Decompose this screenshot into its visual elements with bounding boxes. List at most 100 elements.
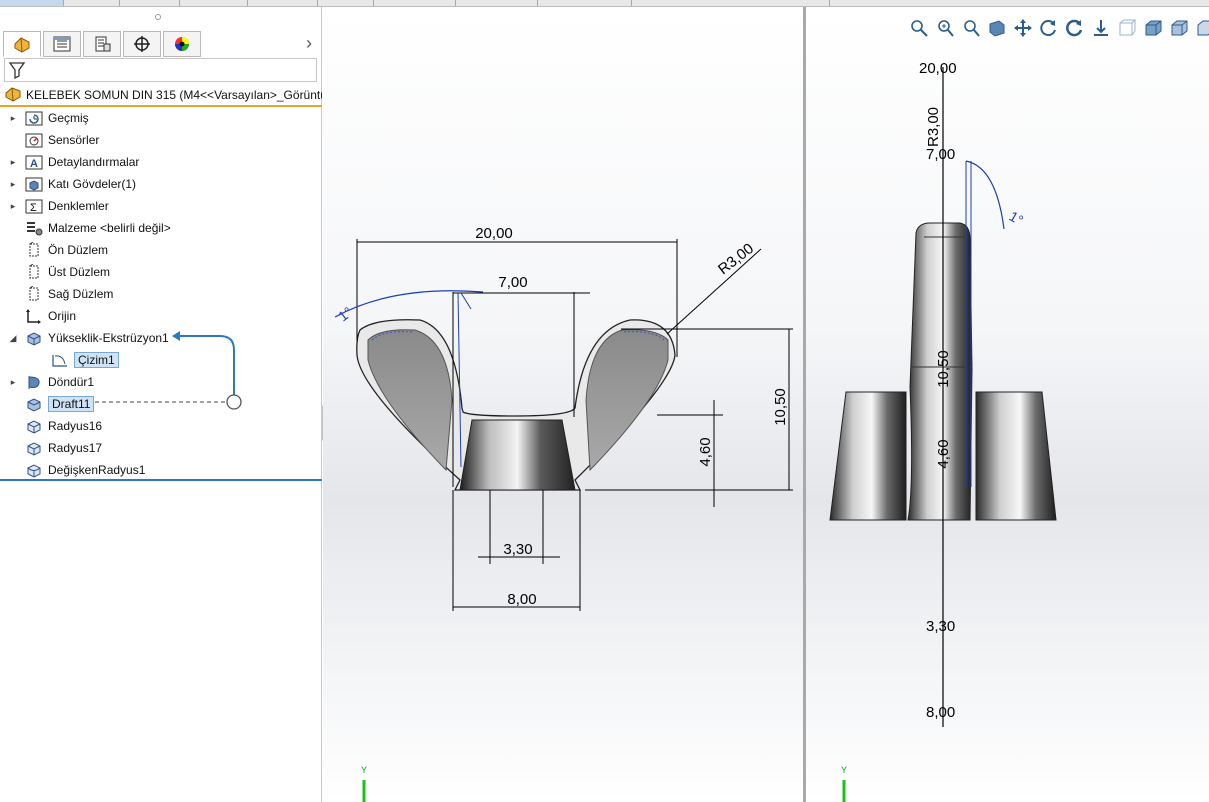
- dim-hole[interactable]: 3,30: [503, 541, 532, 558]
- zoom-to-fit-icon[interactable]: [908, 17, 930, 39]
- dim-460[interactable]: 4,60: [935, 439, 952, 468]
- part-title: KELEBEK SOMUN DIN 315 (M4<<Varsayılan>_G…: [26, 88, 322, 102]
- collapsed-arrow-icon[interactable]: ▸: [6, 377, 20, 388]
- filter-input[interactable]: [4, 58, 317, 82]
- tree-item[interactable]: Sensörler: [0, 129, 322, 151]
- top-tab-segment[interactable]: [374, 0, 456, 6]
- tree-item-label: Çizim1: [74, 352, 119, 368]
- top-tab-segment[interactable]: [632, 0, 830, 6]
- top-tab-segment[interactable]: [0, 0, 64, 6]
- chevron-right-icon[interactable]: ›: [301, 33, 317, 55]
- dim-height-base[interactable]: 4,60: [697, 437, 714, 466]
- dim-draft-angle[interactable]: 1°: [335, 304, 355, 325]
- dimxpert-manager-tab[interactable]: [123, 31, 161, 57]
- tree-item-label: Sağ Düzlem: [48, 287, 114, 301]
- tree-item[interactable]: ▸ Geçmiş: [0, 107, 322, 129]
- tree-item[interactable]: DeğişkenRadyus1: [0, 459, 322, 481]
- tree-item-label: Katı Gövdeler(1): [48, 177, 137, 191]
- zoom-to-area-icon[interactable]: [934, 17, 956, 39]
- feature-manager-tab[interactable]: [3, 31, 41, 57]
- dim-height-total[interactable]: 10,50: [772, 388, 789, 426]
- dim-r3[interactable]: R3,00: [925, 107, 942, 147]
- configuration-manager-tab[interactable]: [83, 31, 121, 57]
- filter-icon: [8, 62, 26, 79]
- section-view-icon[interactable]: [986, 17, 1008, 39]
- dim-angle[interactable]: 1°: [1007, 208, 1027, 229]
- top-tab-segment[interactable]: [456, 0, 538, 6]
- top-tab-strip: [0, 0, 1209, 7]
- part-root-node[interactable]: KELEBEK SOMUN DIN 315 (M4<<Varsayılan>_G…: [0, 85, 322, 107]
- solid-bodies-icon: [24, 175, 44, 193]
- annotation-icon: A: [24, 153, 44, 171]
- top-tab-segment[interactable]: [120, 0, 180, 6]
- dim-800[interactable]: 8,00: [926, 704, 955, 721]
- dim-width-total[interactable]: 20,00: [475, 225, 513, 242]
- tree-item[interactable]: Radyus17: [0, 437, 322, 459]
- variable-fillet-icon: [24, 461, 44, 479]
- rotate-icon[interactable]: [1038, 17, 1060, 39]
- draft-icon: [24, 395, 44, 413]
- display-style-icon[interactable]: [1142, 17, 1164, 39]
- feature-manager-panel: › KELEBEK SOMUN DIN 315 (M4<<Varsayılan>…: [0, 7, 322, 802]
- tree-item-label: Malzeme <belirli değil>: [48, 221, 171, 235]
- top-tab-segment[interactable]: [64, 0, 120, 6]
- dim-330[interactable]: 3,30: [926, 618, 955, 635]
- edit-appearance-icon[interactable]: [1194, 17, 1209, 39]
- top-tab-segment[interactable]: [318, 0, 374, 6]
- tree-item-label: Orijin: [48, 309, 77, 323]
- tree-item[interactable]: ▸ Döndür1: [0, 371, 322, 393]
- tree-item[interactable]: Sağ Düzlem: [0, 283, 322, 305]
- hide-show-items-icon[interactable]: [1168, 17, 1190, 39]
- tree-item[interactable]: Orijin: [0, 305, 322, 327]
- collapsed-arrow-icon[interactable]: ▸: [6, 179, 20, 190]
- tree-item[interactable]: ▸ Katı Gövdeler(1): [0, 173, 322, 195]
- top-tab-segment[interactable]: [180, 0, 248, 6]
- previous-view-icon[interactable]: [960, 17, 982, 39]
- sensor-icon: [24, 131, 44, 149]
- rollback-bar[interactable]: [0, 479, 322, 481]
- tree-item[interactable]: Üst Düzlem: [0, 261, 322, 283]
- tree-item[interactable]: Draft11: [0, 393, 322, 415]
- fillet-icon: [24, 417, 44, 435]
- graphics-viewport-side[interactable]: 20,00 R3,00 7,00 1° 10,50 4,60 3,30 8,00…: [806, 7, 1209, 802]
- sketch-icon: [50, 351, 70, 369]
- plane-icon: [24, 285, 44, 303]
- top-tab-segment[interactable]: [248, 0, 318, 6]
- equations-icon: Σ: [24, 197, 44, 215]
- history-icon: [24, 109, 44, 127]
- origin-icon: [24, 307, 44, 325]
- collapsed-arrow-icon[interactable]: ▸: [6, 201, 20, 212]
- tree-item-label: Radyus17: [48, 441, 103, 455]
- dim-radius[interactable]: R3,00: [715, 240, 757, 278]
- svg-text:A: A: [30, 158, 38, 170]
- tree-item[interactable]: Ön Düzlem: [0, 239, 322, 261]
- display-manager-tab[interactable]: [163, 31, 201, 57]
- top-tab-segment[interactable]: [538, 0, 632, 6]
- dim-20[interactable]: 20,00: [919, 60, 957, 77]
- tree-item[interactable]: Çizim1: [0, 349, 322, 371]
- collapsed-arrow-icon[interactable]: ▸: [6, 157, 20, 168]
- dim-7[interactable]: 7,00: [926, 146, 955, 163]
- expanded-arrow-icon[interactable]: ◢: [6, 333, 20, 344]
- tree-item-label: Geçmiş: [48, 111, 89, 125]
- tree-item[interactable]: ◢ Yükseklik-Ekstrüzyon1: [0, 327, 322, 349]
- dim-slot-width[interactable]: 7,00: [498, 274, 527, 291]
- dim-base-width[interactable]: 8,00: [507, 591, 536, 608]
- tree-item[interactable]: ▸ Σ Denklemler: [0, 195, 322, 217]
- panel-grip[interactable]: [155, 14, 161, 20]
- rotate-view-icon[interactable]: [1064, 17, 1086, 39]
- view-orientation-icon[interactable]: [1116, 17, 1138, 39]
- tree-item[interactable]: Radyus16: [0, 415, 322, 437]
- property-manager-tab[interactable]: [43, 31, 81, 57]
- tree-item[interactable]: Malzeme <belirli değil>: [0, 217, 322, 239]
- front-view-drawing: 20,00 7,00 R3,00 1° 10,50 4,60 3,30 8,00…: [334, 225, 793, 802]
- tree-item-label: DeğişkenRadyus1: [48, 463, 146, 477]
- dim-1050[interactable]: 10,50: [935, 350, 952, 388]
- tree-item[interactable]: ▸ A Detaylandırmalar: [0, 151, 322, 173]
- normal-to-icon[interactable]: [1090, 17, 1112, 39]
- move-icon[interactable]: [1012, 17, 1034, 39]
- part-icon: [4, 86, 22, 105]
- collapsed-arrow-icon[interactable]: ▸: [6, 113, 20, 124]
- graphics-viewport-front[interactable]: 20,00 7,00 R3,00 1° 10,50 4,60 3,30 8,00…: [323, 7, 804, 802]
- wing-nut-front[interactable]: [356, 319, 676, 491]
